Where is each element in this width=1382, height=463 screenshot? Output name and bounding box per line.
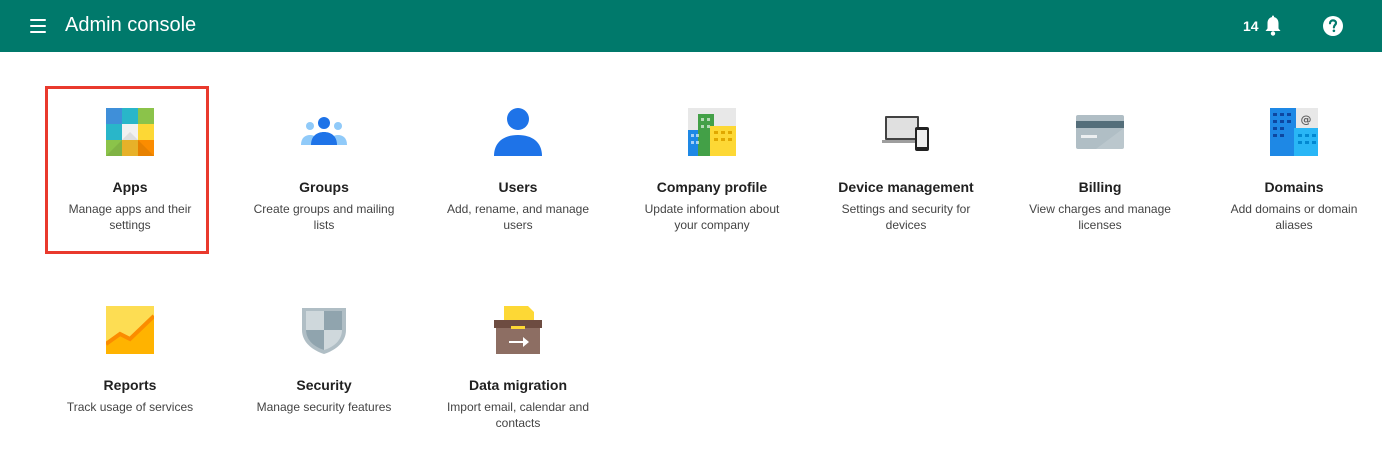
tile-title: Data migration [468, 377, 567, 393]
tile-title: Users [498, 179, 538, 195]
tile-domains[interactable]: @ Domains Add domains or domain aliases [1199, 88, 1382, 238]
domains-icon: @ [1270, 108, 1318, 156]
tile-billing[interactable]: Billing View charges and manage licenses [1005, 88, 1195, 238]
tile-description: Track usage of services [66, 400, 194, 414]
tile-description: View charges and manage licenses [1029, 202, 1171, 232]
tile-company-profile[interactable]: Company profile Update information about… [617, 88, 807, 238]
svg-text:@: @ [1301, 113, 1312, 126]
company-profile-icon [688, 108, 736, 156]
tile-data-migration[interactable]: Data migration Import email, calendar an… [423, 286, 613, 436]
tile-description: Import email, calendar and contacts [446, 400, 590, 430]
tile-description: Manage security features [256, 400, 392, 414]
tile-groups[interactable]: Groups Create groups and mailing lists [229, 88, 419, 238]
tile-description: Manage apps and their settings [68, 202, 192, 232]
page-title: Admin console [65, 14, 197, 36]
tile-title: Company profile [656, 179, 768, 195]
apps-icon [106, 108, 154, 156]
tile-description: Settings and security for devices [841, 202, 971, 232]
tile-device-management[interactable]: Device management Settings and security … [811, 88, 1001, 238]
notification-count: 14 [1243, 18, 1259, 34]
tile-title: Domains [1264, 179, 1324, 195]
notifications-button[interactable]: 14 [1243, 14, 1283, 38]
help-icon[interactable] [1322, 15, 1344, 37]
billing-icon [1076, 115, 1124, 149]
groups-icon [301, 117, 347, 145]
bell-icon [1265, 15, 1281, 36]
users-icon [494, 108, 542, 156]
tile-title: Billing [1078, 179, 1122, 195]
data-migration-icon [494, 306, 542, 354]
device-management-icon [882, 116, 929, 151]
tile-title: Security [296, 377, 352, 393]
tile-reports[interactable]: Reports Track usage of services [35, 286, 225, 436]
top-app-bar: Admin console 14 [0, 0, 1382, 52]
tile-description: Create groups and mailing lists [253, 202, 395, 232]
tile-description: Add, rename, and manage users [446, 202, 590, 232]
tile-description: Update information about your company [644, 202, 780, 232]
reports-icon [106, 306, 154, 354]
tile-title: Device management [838, 179, 974, 195]
tile-title: Groups [299, 179, 349, 195]
tile-description: Add domains or domain aliases [1230, 202, 1358, 232]
tile-title: Apps [112, 179, 148, 195]
tile-security[interactable]: Security Manage security features [229, 286, 419, 436]
tile-users[interactable]: Users Add, rename, and manage users [423, 88, 613, 238]
menu-icon[interactable] [26, 14, 50, 38]
security-icon [302, 308, 346, 354]
tile-apps[interactable]: Apps Manage apps and their settings [35, 88, 225, 238]
tile-title: Reports [103, 377, 157, 393]
